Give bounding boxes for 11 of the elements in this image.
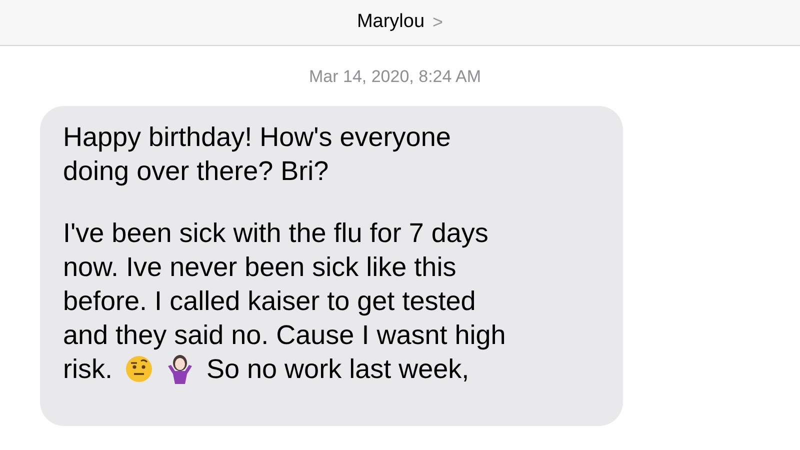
emoji-face-icon [124,354,152,382]
message-text: Happy birthday! How's everyone [63,120,451,154]
message-text: and they said no. Cause I wasnt high [63,318,506,352]
message-text: doing over there? Bri? [63,154,329,188]
contact-name[interactable]: Marylou [356,8,425,37]
message-text: before. I called kaiser to get tested [63,284,476,318]
timestamp: Mar 14, 2020, 8:24 AM [309,66,481,88]
message-text: now. Ive never been sick like this [63,250,456,284]
message-text: I've been sick with the flu for 7 days [63,216,488,250]
message-text: risk. [63,352,112,386]
message-text: So no work last week, [206,352,470,386]
